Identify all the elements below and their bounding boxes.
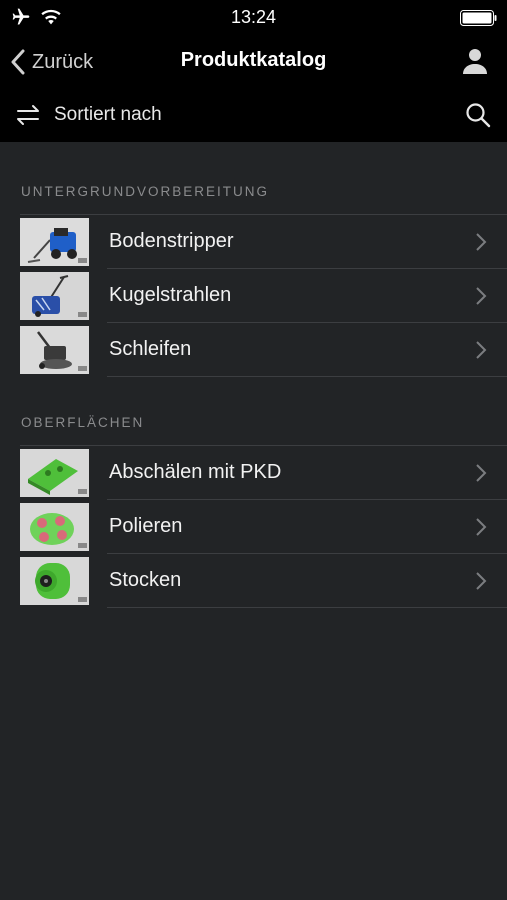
chevron-right-icon bbox=[476, 341, 487, 359]
list-item-polieren[interactable]: Polieren bbox=[0, 500, 507, 554]
polieren-thumbnail bbox=[20, 503, 89, 551]
status-bar: 13:24 bbox=[0, 0, 507, 36]
section-header-untergrundvorbereitung: UNTERGRUNDVORBEREITUNG bbox=[21, 184, 270, 199]
section-header-oberflaechen: OBERFLÄCHEN bbox=[21, 415, 145, 430]
stocken-thumbnail bbox=[20, 557, 89, 605]
list-item-stocken[interactable]: Stocken bbox=[0, 554, 507, 608]
bodenstripper-thumbnail bbox=[20, 218, 89, 266]
status-time: 13:24 bbox=[230, 7, 277, 27]
chevron-right-icon bbox=[476, 233, 487, 251]
list-item-bodenstripper[interactable]: Bodenstripper bbox=[0, 215, 507, 269]
chevron-right-icon bbox=[476, 572, 487, 590]
list-item-label: Abschälen mit PKD bbox=[109, 461, 282, 483]
swap-arrows-icon bbox=[17, 105, 39, 125]
battery-icon bbox=[460, 10, 497, 26]
chevron-right-icon bbox=[476, 287, 487, 305]
page-title: Produktkatalog bbox=[180, 49, 327, 71]
sort-button[interactable]: Sortiert nach bbox=[14, 101, 162, 129]
list-item-label: Schleifen bbox=[109, 338, 192, 360]
abschaelen-thumbnail bbox=[20, 449, 89, 497]
sort-label: Sortiert nach bbox=[54, 104, 162, 125]
schleifen-thumbnail bbox=[20, 326, 89, 374]
list-item-label: Bodenstripper bbox=[109, 230, 234, 252]
kugelstrahlen-thumbnail bbox=[20, 272, 89, 320]
list-item-label: Kugelstrahlen bbox=[109, 284, 232, 306]
row-separator bbox=[107, 376, 507, 377]
chevron-right-icon bbox=[476, 464, 487, 482]
section-list-untergrundvorbereitung: Bodenstripper Kugelstrahlen Schleifen bbox=[0, 215, 507, 377]
user-icon[interactable] bbox=[461, 47, 489, 75]
navigation-bar: Zurück Produktkatalog bbox=[0, 36, 507, 88]
sort-bar: Sortiert nach bbox=[0, 88, 507, 142]
list-item-label: Polieren bbox=[109, 515, 183, 537]
list-item-kugelstrahlen[interactable]: Kugelstrahlen bbox=[0, 269, 507, 323]
list-item-abschaelen-mit-pkd[interactable]: Abschälen mit PKD bbox=[0, 446, 507, 500]
search-icon[interactable] bbox=[465, 102, 491, 128]
list-item-schleifen[interactable]: Schleifen bbox=[0, 323, 507, 377]
chevron-right-icon bbox=[476, 518, 487, 536]
row-separator bbox=[107, 607, 507, 608]
list-item-label: Stocken bbox=[109, 569, 182, 591]
section-list-oberflaechen: Abschälen mit PKD Polieren Stocken bbox=[0, 446, 507, 608]
